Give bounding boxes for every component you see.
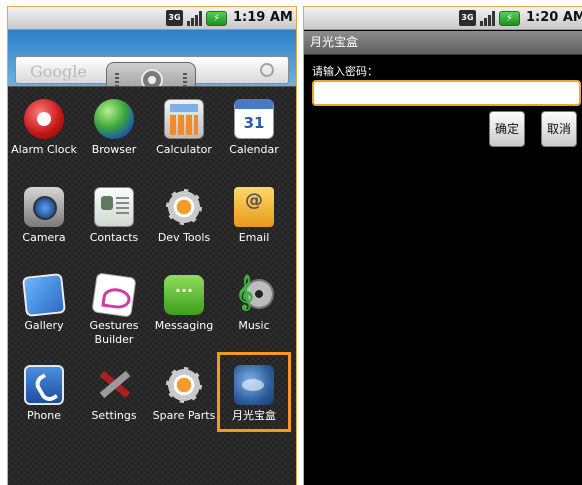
app-label: Phone (26, 409, 62, 422)
messaging-icon (164, 275, 204, 315)
contacts-icon (94, 187, 134, 227)
app-spare-parts[interactable]: Spare Parts (148, 365, 220, 423)
app-label: Contacts (89, 231, 139, 244)
app-label: Gestures Builder (89, 319, 139, 346)
confirm-button[interactable]: 确定 (489, 111, 525, 147)
cancel-button[interactable]: 取消 (541, 111, 577, 147)
app-dev-tools[interactable]: Dev Tools (148, 187, 220, 245)
app-music[interactable]: 𝄞 Music (218, 275, 290, 333)
app-settings[interactable]: Settings (78, 365, 150, 423)
battery-charging-icon: ⚡ (499, 10, 520, 26)
app-contacts[interactable]: Contacts (78, 187, 150, 245)
app-calculator[interactable]: Calculator (148, 99, 220, 157)
app-label: Email (238, 231, 270, 244)
launcher-screen: 3G ⚡ 1:19 AM Google Alarm Clock Browser (7, 6, 297, 485)
home-wallpaper: Google (8, 30, 296, 102)
status-clock: 1:19 AM (233, 10, 293, 25)
app-label: Messaging (154, 319, 214, 332)
password-input[interactable] (312, 80, 581, 106)
network-3g-icon: 3G (166, 10, 183, 26)
app-label: Calculator (156, 143, 212, 156)
app-messaging[interactable]: Messaging (148, 275, 220, 333)
app-phone[interactable]: Phone (8, 365, 80, 423)
gallery-icon (22, 273, 66, 317)
app-browser[interactable]: Browser (78, 99, 150, 157)
moon-box-icon (234, 365, 274, 405)
status-bar: 3G ⚡ 1:19 AM (8, 7, 296, 30)
app-title-bar: 月光宝盒 (304, 31, 582, 55)
app-alarm-clock[interactable]: Alarm Clock (8, 99, 80, 157)
app-label: Calendar (229, 143, 279, 156)
password-dialog-screen: 3G ⚡ 1:20 AM 月光宝盒 请输入密码： 确定 取消 (303, 6, 582, 485)
app-label: Gallery (24, 319, 64, 332)
app-label: Camera (22, 231, 66, 244)
app-label: Spare Parts (152, 409, 216, 422)
app-gallery[interactable]: Gallery (8, 273, 80, 333)
app-label: Browser (91, 143, 137, 156)
globe-icon (94, 99, 134, 139)
signal-strength-icon (479, 10, 496, 26)
app-label: Dev Tools (157, 231, 211, 244)
password-prompt-label: 请输入密码： (312, 65, 378, 78)
app-calendar[interactable]: 31 Calendar (218, 99, 290, 157)
app-title: 月光宝盒 (310, 35, 359, 49)
battery-charging-icon: ⚡ (206, 10, 227, 26)
phone-icon (24, 365, 64, 405)
music-icon: 𝄞 (234, 275, 274, 315)
calculator-icon (164, 99, 204, 139)
alarm-clock-icon (24, 99, 64, 139)
settings-icon (94, 365, 134, 405)
google-logo: Google (30, 62, 87, 81)
camera-icon (24, 187, 64, 227)
gear-icon (164, 365, 204, 405)
search-icon (260, 63, 274, 77)
app-label: 月光宝盒 (232, 409, 276, 422)
email-icon (234, 187, 274, 227)
status-bar: 3G ⚡ 1:20 AM (304, 7, 582, 30)
signal-strength-icon (186, 10, 203, 26)
calendar-icon: 31 (234, 99, 274, 139)
app-drawer: Alarm Clock Browser Calculator 31 Calend… (8, 86, 296, 485)
app-label: Settings (91, 409, 137, 422)
app-label: Alarm Clock (11, 143, 77, 156)
app-camera[interactable]: Camera (8, 187, 80, 245)
app-label: Music (238, 319, 270, 332)
gestures-icon (91, 272, 137, 318)
app-email[interactable]: Email (218, 187, 290, 245)
network-3g-icon: 3G (459, 10, 476, 26)
app-gestures-builder[interactable]: Gestures Builder (78, 272, 150, 347)
gear-icon (164, 187, 204, 227)
app-moonlight-box[interactable]: 月光宝盒 (217, 352, 291, 432)
status-clock: 1:20 AM (526, 10, 582, 25)
